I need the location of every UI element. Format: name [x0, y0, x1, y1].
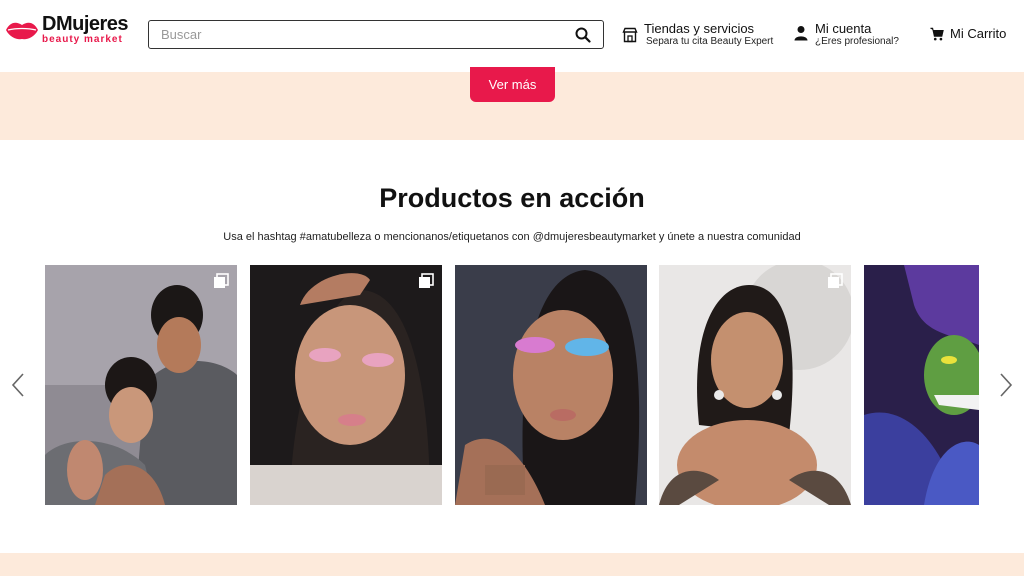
account-title: Mi cuenta — [815, 21, 872, 36]
multiple-images-icon — [214, 273, 229, 288]
stores-title: Tiendas y servicios — [644, 21, 755, 36]
gallery-photo[interactable] — [45, 265, 237, 505]
section-subtitle: Usa el hashtag #amatubelleza o mencionan… — [223, 231, 801, 243]
account-link[interactable]: Mi cuenta ¿Eres profesional? — [793, 22, 899, 48]
search-icon[interactable] — [575, 27, 591, 43]
stores-services-link[interactable]: Tiendas y servicios Separa tu cita Beaut… — [622, 22, 773, 48]
makeup-photo-image — [250, 265, 442, 505]
multiple-images-icon — [419, 273, 434, 288]
multiple-images-icon — [828, 273, 843, 288]
search-input[interactable] — [161, 27, 575, 42]
cart-link[interactable]: Mi Carrito — [930, 27, 1006, 41]
footer-band — [0, 553, 1024, 576]
brand-logo[interactable]: DMujeres beauty market — [4, 13, 129, 45]
chevron-right-icon[interactable] — [999, 372, 1013, 398]
account-subtitle: ¿Eres profesional? — [815, 36, 899, 47]
cart-label: Mi Carrito — [950, 26, 1007, 41]
cart-icon — [930, 27, 944, 41]
gallery-photo[interactable] — [455, 265, 647, 505]
user-icon — [794, 26, 808, 41]
gallery-photo[interactable] — [864, 265, 979, 505]
makeup-photo-image — [659, 265, 851, 505]
section-title: Productos en acción — [379, 183, 645, 213]
gallery-photo[interactable] — [659, 265, 851, 505]
stores-subtitle: Separa tu cita Beauty Expert — [646, 36, 774, 47]
makeup-photo-image — [45, 265, 237, 505]
gallery-photo[interactable] — [250, 265, 442, 505]
makeup-photo-image — [864, 265, 979, 505]
site-header: DMujeres beauty market Tiendas y servici… — [0, 0, 1024, 72]
logo-title: DMujeres — [42, 13, 129, 35]
store-icon — [622, 27, 638, 43]
makeup-photo-image — [455, 265, 647, 505]
search-bar — [148, 20, 604, 49]
lips-logo-icon — [6, 22, 38, 39]
logo-subtitle: beauty market — [42, 34, 123, 45]
chevron-left-icon[interactable] — [11, 372, 25, 398]
see-more-button[interactable]: Ver más — [470, 67, 555, 102]
